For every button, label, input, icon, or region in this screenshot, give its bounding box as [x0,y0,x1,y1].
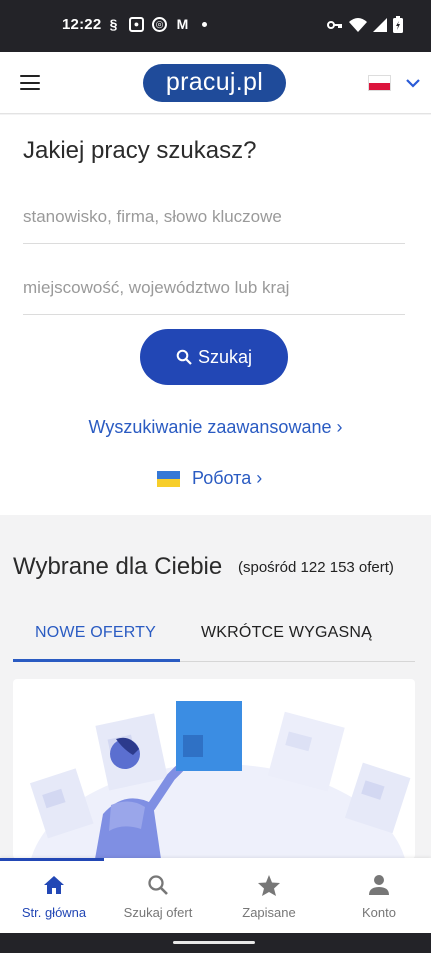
recommendations-title: Wybrane dla Ciebie [13,553,223,580]
nav-account-label: Konto [362,905,396,920]
star-icon [215,874,323,898]
gmail-icon: M [176,16,189,32]
nav-home[interactable]: Str. główna [0,858,108,933]
search-icon [176,349,192,365]
status-bar: 12:22 § ● ◎ M [0,0,431,52]
tab-expiring-soon[interactable]: WKRÓTCE WYGASNĄ [201,624,372,642]
polish-flag-icon[interactable] [369,76,390,90]
chrome-icon: ◎ [152,17,167,32]
nav-saved-label: Zapisane [242,905,296,920]
robota-link[interactable]: Робота › [157,468,262,489]
nav-search-label: Szukaj ofert [123,905,193,920]
menu-icon[interactable] [20,75,40,90]
wifi-icon [349,17,367,32]
offers-illustration-card [13,679,415,859]
bottom-navigation: Str. główna Szukaj ofert Zapisane Konto [0,858,431,933]
job-search-illustration [29,701,411,859]
notification-icons: § ● ◎ M [106,17,207,32]
nav-home-label: Str. główna [21,905,87,920]
vpn-key-icon [327,20,342,29]
keyword-input[interactable]: stanowisko, firma, słowo kluczowe [23,200,405,244]
more-notifications-icon [202,22,207,27]
search-button[interactable]: Szukaj [140,329,288,385]
active-tab-indicator [13,659,180,662]
search-heading: Jakiej pracy szukasz? [23,137,257,164]
nav-saved[interactable]: Zapisane [215,858,323,933]
gesture-navigation-bar [0,933,431,953]
person-icon [325,874,431,898]
nav-account[interactable]: Konto [325,858,431,933]
search-section: Jakiej pracy szukasz? stanowisko, firma,… [0,115,431,515]
status-time: 12:22 [62,16,102,33]
tab-new-offers[interactable]: NOWE OFERTY [35,624,156,642]
pracuj-logo[interactable]: pracuj.pl [143,64,286,102]
nav-search-offers[interactable]: Szukaj ofert [104,858,212,933]
location-input[interactable]: miejscowość, województwo lub kraj [23,271,405,315]
battery-charging-icon [393,16,403,33]
signal-icon [373,17,387,32]
advanced-search-link[interactable]: Wyszukiwanie zaawansowane › [0,417,431,438]
camera-app-icon: ● [129,17,144,32]
app-header: pracuj.pl [0,52,431,114]
offers-count: (spośród 122 153 ofert) [238,559,394,576]
s-app-icon: § [109,16,118,32]
home-icon [0,874,108,898]
ukrainian-flag-icon [157,470,180,487]
system-icons [327,16,403,33]
robota-link-label: Робота › [192,468,263,488]
offers-tabs: NOWE OFERTY WKRÓTCE WYGASNĄ [13,610,415,662]
home-gesture-handle[interactable] [173,941,255,944]
search-icon [104,874,212,898]
chevron-down-icon[interactable] [406,75,420,91]
search-button-label: Szukaj [197,346,253,367]
